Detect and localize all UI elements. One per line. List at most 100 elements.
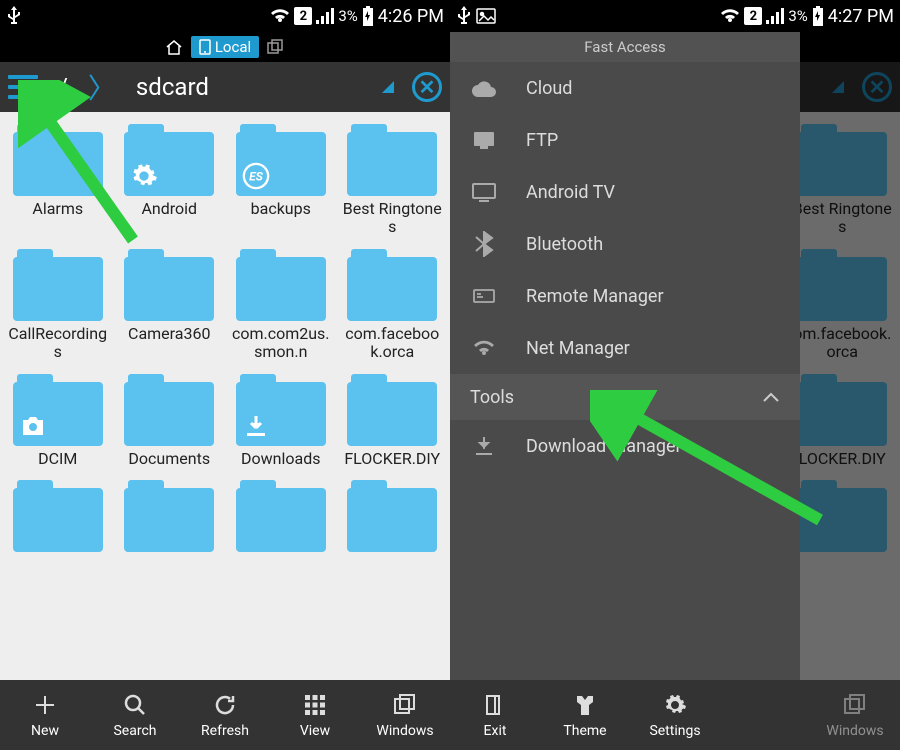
dropdown-corner-icon[interactable] bbox=[382, 81, 394, 93]
folder-item[interactable]: com.com2us.smon.n bbox=[227, 245, 335, 366]
hamburger-menu-icon[interactable] bbox=[8, 75, 38, 99]
gear-icon bbox=[130, 162, 158, 190]
folder-item[interactable]: om.facebook.orca bbox=[789, 245, 897, 366]
nav-windows[interactable]: Windows bbox=[810, 680, 900, 750]
folder-label: Downloads bbox=[241, 450, 320, 468]
tab-local-label: Local bbox=[215, 38, 251, 56]
folder-icon bbox=[347, 249, 437, 321]
close-icon[interactable]: ✕ bbox=[862, 72, 892, 102]
folder-item[interactable]: Documents bbox=[116, 370, 224, 472]
drawer-item-bluetooth[interactable]: Bluetooth bbox=[450, 218, 800, 270]
usb-icon bbox=[6, 6, 22, 26]
folder-label: backups bbox=[251, 200, 311, 218]
folder-label: DCIM bbox=[38, 450, 77, 468]
folder-item[interactable]: DCIM bbox=[4, 370, 112, 472]
folder-item[interactable]: Camera360 bbox=[116, 245, 224, 366]
folder-label: Best Ringtones bbox=[791, 200, 895, 237]
wifi-icon bbox=[720, 8, 740, 24]
clock: 4:26 PM bbox=[378, 6, 444, 27]
es-icon: ES bbox=[242, 162, 270, 190]
nav-view[interactable]: View bbox=[270, 680, 360, 750]
folder-icon bbox=[13, 374, 103, 446]
folder-label: Alarms bbox=[32, 200, 83, 218]
nav-theme[interactable]: Theme bbox=[540, 680, 630, 750]
folder-grid: Alarms Android ES backups Best Ringtones… bbox=[0, 112, 450, 700]
folder-item[interactable]: Android bbox=[116, 120, 224, 241]
drawer-item-cloud[interactable]: Cloud bbox=[450, 62, 800, 114]
path-root[interactable]: / bbox=[48, 73, 78, 101]
usb-icon bbox=[456, 6, 472, 26]
nav-refresh[interactable]: Refresh bbox=[180, 680, 270, 750]
clock: 4:27 PM bbox=[828, 6, 894, 27]
folder-icon bbox=[124, 124, 214, 196]
folder-icon bbox=[124, 249, 214, 321]
status-bar: 2 3% 4:27 PM bbox=[450, 0, 900, 32]
folder-item[interactable]: LOCKER.DIY bbox=[789, 370, 897, 472]
tab-local[interactable]: Local bbox=[191, 36, 259, 58]
folder-item[interactable]: com.facebook.orca bbox=[339, 245, 447, 366]
nav-new[interactable]: New bbox=[0, 680, 90, 750]
signal-icon bbox=[766, 8, 784, 24]
drawer-item-ftp[interactable]: FTP bbox=[450, 114, 800, 166]
bluetooth-icon bbox=[470, 230, 498, 258]
drawer-item-android-tv[interactable]: Android TV bbox=[450, 166, 800, 218]
home-icon[interactable] bbox=[165, 39, 183, 55]
nav-drawer: Fast Access Cloud FTP Android TV Bluetoo… bbox=[450, 32, 800, 680]
folder-icon bbox=[13, 249, 103, 321]
folder-icon bbox=[236, 249, 326, 321]
nav-search[interactable]: Search bbox=[90, 680, 180, 750]
folder-label: Android bbox=[141, 200, 197, 218]
battery-percent: 3% bbox=[788, 7, 807, 25]
folder-item[interactable] bbox=[339, 476, 447, 556]
drawer-item-net-manager[interactable]: Net Manager bbox=[450, 322, 800, 374]
folder-icon bbox=[797, 124, 887, 196]
svg-text:ES: ES bbox=[249, 170, 264, 184]
folder-item[interactable]: CallRecordings bbox=[4, 245, 112, 366]
folder-item[interactable]: FLOCKER.DIY bbox=[339, 370, 447, 472]
folder-label: com.facebook.orca bbox=[341, 325, 445, 362]
folder-icon bbox=[797, 249, 887, 321]
bottom-bar: Exit Theme Settings Windows bbox=[450, 680, 900, 750]
nav-exit[interactable]: Exit bbox=[450, 680, 540, 750]
folder-icon bbox=[13, 124, 103, 196]
folder-item[interactable]: Alarms bbox=[4, 120, 112, 241]
tabs-row: Local bbox=[0, 32, 450, 62]
camera-icon bbox=[19, 412, 47, 440]
folder-item[interactable] bbox=[789, 476, 897, 560]
folder-item[interactable] bbox=[4, 476, 112, 556]
bottom-bar: New Search Refresh View Windows bbox=[0, 680, 450, 750]
image-icon bbox=[476, 8, 496, 24]
drawer-section-tools[interactable]: Tools bbox=[450, 374, 800, 420]
windows-small-icon[interactable] bbox=[267, 39, 285, 55]
drawer-item-download-manager[interactable]: Download Manager bbox=[450, 420, 800, 472]
folder-label: CallRecordings bbox=[6, 325, 110, 362]
nav-settings[interactable]: Settings bbox=[630, 680, 720, 750]
folder-item[interactable]: Best Ringtones bbox=[789, 120, 897, 241]
ftp-icon bbox=[470, 126, 498, 154]
status-bar: 2 3% 4:26 PM bbox=[0, 0, 450, 32]
drawer-item-remote-manager[interactable]: Remote Manager bbox=[450, 270, 800, 322]
cloud-icon bbox=[470, 74, 498, 102]
nav-windows[interactable]: Windows bbox=[360, 680, 450, 750]
battery-icon bbox=[812, 6, 824, 26]
folder-item[interactable]: ES backups bbox=[227, 120, 335, 241]
battery-icon bbox=[362, 6, 374, 26]
path-current[interactable]: sdcard bbox=[126, 73, 219, 101]
folder-item[interactable] bbox=[227, 476, 335, 556]
sim-badge: 2 bbox=[294, 7, 312, 25]
sim-badge: 2 bbox=[744, 7, 762, 25]
download-icon bbox=[470, 432, 498, 460]
folder-label: com.com2us.smon.n bbox=[229, 325, 333, 362]
folder-item[interactable]: Downloads bbox=[227, 370, 335, 472]
folder-label: LOCKER.DIY bbox=[799, 450, 886, 468]
wifi-tool-icon bbox=[470, 334, 498, 362]
drawer-title: Fast Access bbox=[450, 32, 800, 62]
chevron-right-icon: 〉 bbox=[88, 67, 116, 107]
wifi-icon bbox=[270, 8, 290, 24]
folder-item[interactable]: Best Ringtones bbox=[339, 120, 447, 241]
folder-icon bbox=[347, 374, 437, 446]
remote-icon bbox=[470, 282, 498, 310]
close-icon[interactable]: ✕ bbox=[412, 72, 442, 102]
folder-label: om.facebook.orca bbox=[791, 325, 895, 362]
folder-item[interactable] bbox=[116, 476, 224, 556]
